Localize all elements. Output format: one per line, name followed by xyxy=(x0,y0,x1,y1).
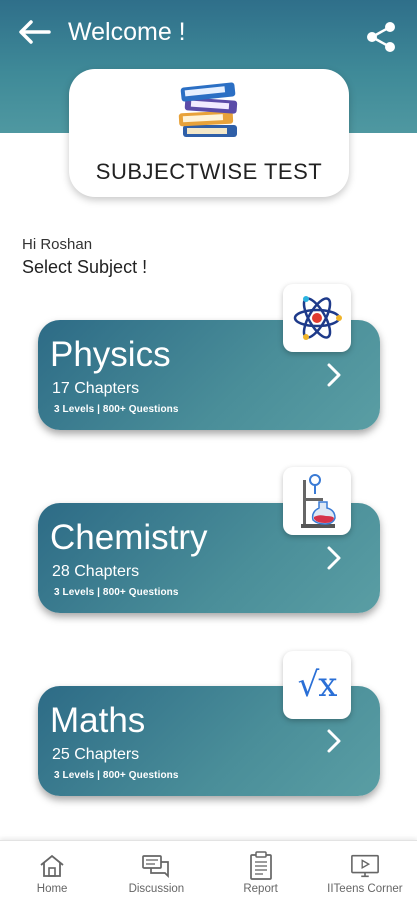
chat-icon xyxy=(141,851,171,881)
subject-chapters: 28 Chapters xyxy=(52,563,140,580)
subject-name: Physics xyxy=(50,335,171,374)
subject-meta: 3 Levels | 800+ Questions xyxy=(54,770,179,781)
arrow-left-icon xyxy=(19,20,51,44)
chevron-right-icon xyxy=(320,543,348,573)
hero-title: SUBJECTWISE TEST xyxy=(95,159,323,184)
nav-label: Home xyxy=(36,883,68,895)
nav-label: Report xyxy=(243,883,278,895)
atom-icon xyxy=(283,284,351,352)
chevron-right-icon xyxy=(320,726,348,756)
square-root-label: √x xyxy=(297,665,338,705)
nav-item-home[interactable]: Home xyxy=(0,841,104,900)
nav-label: IITeens Corner xyxy=(327,883,403,895)
books-stack-icon xyxy=(178,82,238,137)
subject-chapters: 25 Chapters xyxy=(52,746,140,763)
nav-item-report[interactable]: Report xyxy=(209,841,313,900)
back-button[interactable] xyxy=(16,16,52,48)
subject-chapters: 17 Chapters xyxy=(52,380,140,397)
flask-icon xyxy=(283,467,351,535)
subject-meta: 3 Levels | 800+ Questions xyxy=(54,404,179,415)
nav-item-iiteens-corner[interactable]: IITeens Corner xyxy=(313,841,417,900)
select-subject-label: Select Subject ! xyxy=(22,257,148,277)
video-screen-icon xyxy=(350,851,380,881)
subject-name: Chemistry xyxy=(50,518,208,557)
nav-label: Discussion xyxy=(128,883,185,895)
nav-item-discussion[interactable]: Discussion xyxy=(104,841,208,900)
chevron-right-icon xyxy=(320,360,348,390)
clipboard-icon xyxy=(246,851,276,881)
hero-card: SUBJECTWISE TEST xyxy=(69,69,349,197)
subject-meta: 3 Levels | 800+ Questions xyxy=(54,587,179,598)
square-root-icon: √x xyxy=(283,651,351,719)
share-button[interactable] xyxy=(362,20,400,54)
subject-name: Maths xyxy=(50,701,146,740)
greeting-text: Hi Roshan xyxy=(22,236,93,253)
home-icon xyxy=(37,851,67,881)
bottom-nav: Home Discussion Report IITeens Corner xyxy=(0,840,417,900)
share-icon xyxy=(367,22,395,52)
page-title: Welcome ! xyxy=(68,18,186,46)
